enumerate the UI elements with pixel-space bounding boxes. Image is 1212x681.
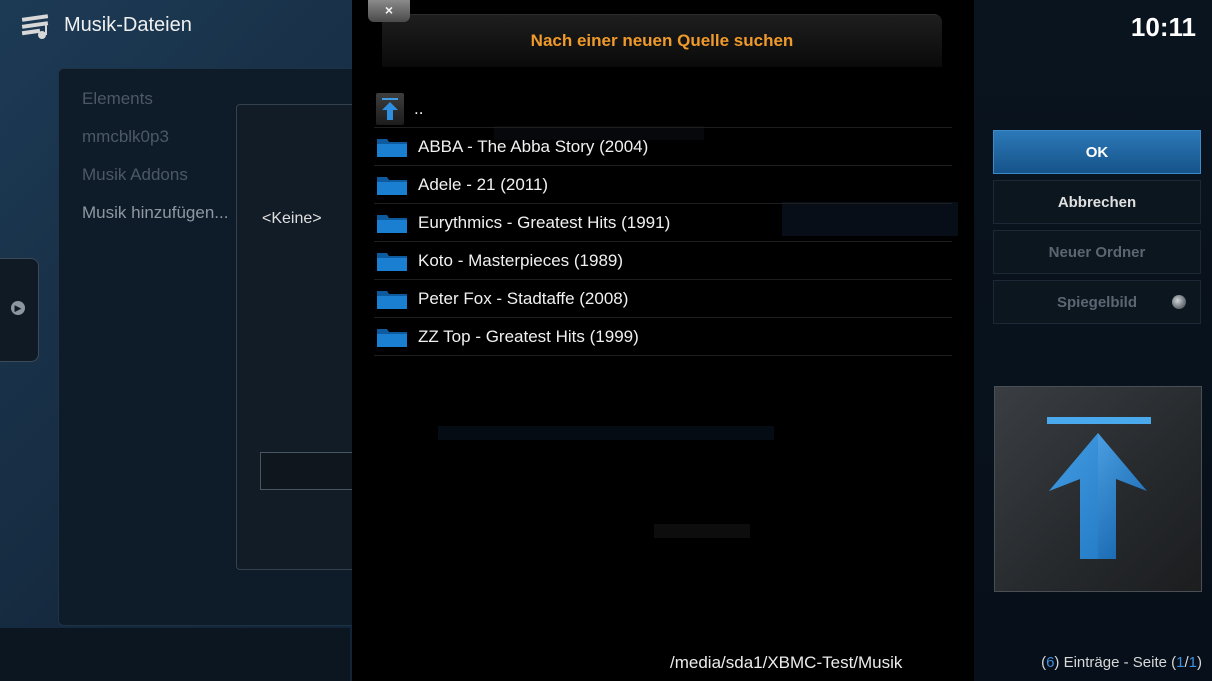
background-footer — [0, 628, 350, 681]
parent-folder-up-icon — [1047, 417, 1151, 559]
music-files-icon — [21, 14, 49, 39]
folder-row[interactable]: Eurythmics - Greatest Hits (1991) — [374, 204, 952, 242]
ghost-text — [438, 426, 774, 440]
page-title: Musik-Dateien — [64, 14, 192, 36]
list-item: Musik hinzufügen... — [82, 203, 229, 222]
items-count-info: (6) Einträge - Seite (1/1) — [1041, 654, 1202, 671]
list-item: mmcblk0p3 — [82, 127, 169, 146]
folder-label: ZZ Top - Greatest Hits (1999) — [418, 326, 639, 346]
page-current: 1 — [1176, 654, 1185, 671]
side-menu-tab: ▶ — [0, 258, 39, 362]
folder-icon — [377, 328, 407, 347]
ghost-text — [654, 524, 750, 538]
folder-icon — [377, 252, 407, 271]
play-icon: ▶ — [11, 301, 25, 315]
folder-icon — [377, 290, 407, 309]
folder-label: Koto - Masterpieces (1989) — [418, 250, 624, 270]
mirror-toggle-label: Spiegelbild — [1056, 293, 1137, 311]
folder-icon — [377, 176, 407, 195]
parent-folder-label: .. — [414, 98, 424, 118]
close-icon: × — [384, 2, 394, 18]
new-folder-button[interactable]: Neuer Ordner — [993, 230, 1201, 274]
items-count-text: ) Einträge - Seite ( — [1054, 654, 1177, 671]
radio-icon — [1172, 295, 1186, 309]
preview-thumbnail — [994, 386, 1202, 592]
folder-label: ABBA - The Abba Story (2004) — [418, 136, 649, 156]
folder-icon — [377, 138, 407, 157]
dialog-header: Nach einer neuen Quelle suchen — [382, 14, 942, 67]
folder-row[interactable]: Peter Fox - Stadtaffe (2008) — [374, 280, 952, 318]
source-value: <Keine> — [262, 210, 322, 227]
new-folder-button-label: Neuer Ordner — [1048, 243, 1146, 261]
current-path: /media/sda1/XBMC-Test/Musik — [670, 653, 903, 672]
parent-folder-up-icon — [376, 92, 404, 125]
file-list: .. ABBA - The Abba Story (2004) Adele - … — [374, 90, 952, 356]
page-total: 1 — [1188, 654, 1197, 671]
close-button[interactable]: × — [368, 0, 410, 22]
ok-button[interactable]: OK — [993, 130, 1201, 174]
cancel-button[interactable]: Abbrechen — [993, 180, 1201, 224]
cancel-button-label: Abbrechen — [1057, 193, 1137, 211]
ok-button-label: OK — [1085, 143, 1109, 161]
folder-label: Adele - 21 (2011) — [418, 174, 549, 194]
folder-row[interactable]: ZZ Top - Greatest Hits (1999) — [374, 318, 952, 356]
parent-folder-row[interactable]: .. — [374, 90, 952, 128]
list-item: Musik Addons — [82, 165, 188, 184]
folder-label: Eurythmics - Greatest Hits (1991) — [418, 212, 671, 232]
dialog-sidebar: 10:11 OK Abbrechen Neuer Ordner Spiegelb… — [974, 0, 1212, 681]
browse-dialog: Nach einer neuen Quelle suchen × .. ABBA… — [352, 0, 974, 681]
dialog-title: Nach einer neuen Quelle suchen — [530, 31, 794, 50]
folder-row[interactable]: Adele - 21 (2011) — [374, 166, 952, 204]
list-item: Elements — [82, 89, 153, 108]
mirror-toggle[interactable]: Spiegelbild — [993, 280, 1201, 324]
folder-label: Peter Fox - Stadtaffe (2008) — [418, 288, 629, 308]
clock: 10:11 — [1130, 12, 1196, 42]
folder-icon — [377, 214, 407, 233]
folder-row[interactable]: ABBA - The Abba Story (2004) — [374, 128, 952, 166]
background-dialog — [236, 104, 368, 570]
folder-row[interactable]: Koto - Masterpieces (1989) — [374, 242, 952, 280]
